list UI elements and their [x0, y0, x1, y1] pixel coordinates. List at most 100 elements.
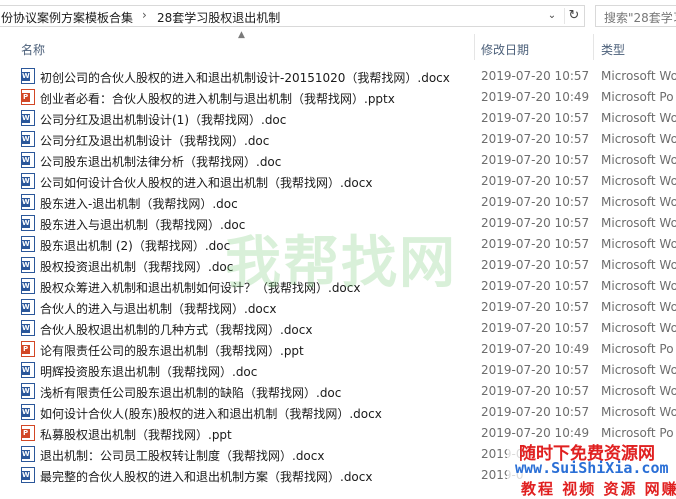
- file-row[interactable]: 公司如何设计合伙人股权的进入和退出机制（我帮找网）.docx 2019-07-20…: [0, 171, 676, 192]
- file-name[interactable]: 退出机制：公司员工股权转让制度（我帮找网）.docx: [40, 447, 324, 464]
- word-file-icon: [21, 110, 35, 126]
- file-row[interactable]: 合伙人的进入与退出机制（我帮找网）.docx 2019-07-20 10:57 Mi…: [0, 297, 676, 318]
- file-name[interactable]: 股东进入与退出机制（我帮找网）.doc: [40, 216, 245, 233]
- column-divider[interactable]: [593, 34, 594, 60]
- file-row[interactable]: 公司分红及退出机制设计(1)（我帮找网）.doc 2019-07-20 10:57…: [0, 108, 676, 129]
- corner-watermark: 随时下免费资源网 www.SuiShiXia.com 教程 视频 资源 网赚: [507, 437, 676, 499]
- file-type: Microsoft Wo: [601, 384, 676, 398]
- file-row[interactable]: 创业者必看：合伙人股权的进入机制与退出机制（我帮找网）.pptx 2019-07-…: [0, 87, 676, 108]
- file-type: Microsoft Wo: [601, 153, 676, 167]
- column-header-row: 名称 修改日期 类型: [0, 34, 676, 60]
- word-file-icon: [21, 320, 35, 336]
- word-file-icon: [21, 299, 35, 315]
- file-name[interactable]: 论有限责任公司的股东退出机制（我帮找网）.ppt: [40, 342, 304, 359]
- column-header-type[interactable]: 类型: [601, 41, 625, 58]
- column-divider[interactable]: [474, 34, 475, 60]
- word-file-icon: [21, 131, 35, 147]
- file-row[interactable]: 股东进入-退出机制（我帮找网）.doc 2019-07-20 10:57 Micro…: [0, 192, 676, 213]
- search-input[interactable]: 搜索"28套学习...: [595, 5, 676, 27]
- file-date: 2019-07-20 10:49: [481, 90, 590, 104]
- file-date: 2019-07-20 10:57: [481, 300, 590, 314]
- watermark-text: 我帮找网: [225, 231, 457, 296]
- breadcrumb-parent[interactable]: 份协议案例方案模板合集: [1, 9, 133, 26]
- file-date: 2019-07-20 10:57: [481, 195, 590, 209]
- address-bar[interactable]: 份协议案例方案模板合集 › 28套学习股权退出机制 ⌄ ↻: [0, 5, 585, 27]
- file-type: Microsoft Wo: [601, 405, 676, 419]
- file-name[interactable]: 股东进入-退出机制（我帮找网）.doc: [40, 195, 238, 212]
- file-type: Microsoft Wo: [601, 258, 676, 272]
- file-date: 2019-07-20 10:57: [481, 69, 590, 83]
- file-type: Microsoft Wo: [601, 195, 676, 209]
- word-file-icon: [21, 215, 35, 231]
- file-name[interactable]: 明辉投资股东退出机制（我帮找网）.doc: [40, 363, 257, 380]
- file-date: 2019-07-20 10:57: [481, 258, 590, 272]
- file-type: Microsoft Wo: [601, 300, 676, 314]
- file-row[interactable]: 明辉投资股东退出机制（我帮找网）.doc 2019-07-20 10:57 Micr…: [0, 360, 676, 381]
- file-date: 2019-07-20 10:57: [481, 279, 590, 293]
- powerpoint-file-icon: [21, 425, 35, 441]
- word-file-icon: [21, 278, 35, 294]
- file-date: 2019-07-20 10:57: [481, 363, 590, 377]
- file-type: Microsoft Wo: [601, 132, 676, 146]
- word-file-icon: [21, 404, 35, 420]
- file-type: Microsoft Wo: [601, 69, 676, 83]
- file-name[interactable]: 公司分红及退出机制设计(1)（我帮找网）.doc: [40, 111, 286, 128]
- file-name[interactable]: 私募股权退出机制（我帮找网）.ppt: [40, 426, 232, 443]
- file-row[interactable]: 浅析有限责任公司股东退出机制的缺陷（我帮找网）.doc 2019-07-20 10…: [0, 381, 676, 402]
- file-type: Microsoft Wo: [601, 216, 676, 230]
- word-file-icon: [21, 236, 35, 252]
- file-type: Microsoft Wo: [601, 174, 676, 188]
- file-type: Microsoft Po: [601, 342, 674, 356]
- file-name[interactable]: 创业者必看：合伙人股权的进入机制与退出机制（我帮找网）.pptx: [40, 90, 395, 107]
- file-name[interactable]: 最完整的合伙人股权的进入和退出机制方案（我帮找网）.docx: [40, 468, 372, 485]
- word-file-icon: [21, 446, 35, 462]
- file-name[interactable]: 浅析有限责任公司股东退出机制的缺陷（我帮找网）.doc: [40, 384, 341, 401]
- powerpoint-file-icon: [21, 341, 35, 357]
- file-name[interactable]: 合伙人股权退出机制的几种方式（我帮找网）.docx: [40, 321, 312, 338]
- file-name[interactable]: 股权投资退出机制（我帮找网）.doc: [40, 258, 233, 275]
- address-history-dropdown-icon[interactable]: ⌄: [544, 8, 560, 24]
- word-file-icon: [21, 383, 35, 399]
- file-name[interactable]: 初创公司的合伙人股权的进入和退出机制设计-20151020（我帮找网）.docx: [40, 69, 450, 86]
- word-file-icon: [21, 68, 35, 84]
- word-file-icon: [21, 467, 35, 483]
- file-date: 2019-07-20 10:57: [481, 384, 590, 398]
- file-date: 2019-07-20 10:57: [481, 132, 590, 146]
- file-row[interactable]: 公司分红及退出机制设计（我帮找网）.doc 2019-07-20 10:57 Mic…: [0, 129, 676, 150]
- file-name[interactable]: 公司股东退出机制法律分析（我帮找网）.doc: [40, 153, 281, 170]
- file-type: Microsoft Wo: [601, 111, 676, 125]
- watermark-line-2: www.SuiShiXia.com: [515, 459, 669, 477]
- file-name[interactable]: 如何设计合伙人(股东)股权的进入和退出机制（我帮找网）.docx: [40, 405, 382, 422]
- breadcrumb-separator-icon[interactable]: ›: [142, 8, 147, 22]
- watermark-line-3: 教程 视频 资源 网赚: [521, 480, 676, 498]
- file-date: 2019-07-20 10:57: [481, 153, 590, 167]
- file-type: Microsoft Wo: [601, 321, 676, 335]
- file-type: Microsoft Wo: [601, 363, 676, 377]
- file-date: 2019-07-20 10:57: [481, 237, 590, 251]
- breadcrumb-current[interactable]: 28套学习股权退出机制: [157, 9, 280, 26]
- file-date: 2019-07-20 10:49: [481, 342, 590, 356]
- file-row[interactable]: 如何设计合伙人(股东)股权的进入和退出机制（我帮找网）.docx 2019-07-…: [0, 402, 676, 423]
- file-row[interactable]: 公司股东退出机制法律分析（我帮找网）.doc 2019-07-20 10:57 Mi…: [0, 150, 676, 171]
- file-name[interactable]: 公司分红及退出机制设计（我帮找网）.doc: [40, 132, 269, 149]
- refresh-icon[interactable]: ↻: [564, 8, 583, 24]
- word-file-icon: [21, 257, 35, 273]
- column-header-name[interactable]: 名称: [21, 41, 45, 58]
- word-file-icon: [21, 362, 35, 378]
- file-name[interactable]: 股东退出机制 (2)（我帮找网）.doc: [40, 237, 230, 254]
- file-name[interactable]: 合伙人的进入与退出机制（我帮找网）.docx: [40, 300, 276, 317]
- word-file-icon: [21, 173, 35, 189]
- column-header-date[interactable]: 修改日期: [481, 41, 529, 58]
- word-file-icon: [21, 194, 35, 210]
- file-type: Microsoft Wo: [601, 279, 676, 293]
- file-row[interactable]: 合伙人股权退出机制的几种方式（我帮找网）.docx 2019-07-20 10:5…: [0, 318, 676, 339]
- file-type: Microsoft Wo: [601, 237, 676, 251]
- file-row[interactable]: 论有限责任公司的股东退出机制（我帮找网）.ppt 2019-07-20 10:49…: [0, 339, 676, 360]
- file-row[interactable]: 初创公司的合伙人股权的进入和退出机制设计-20151020（我帮找网）.docx…: [0, 66, 676, 87]
- file-date: 2019-07-20 10:57: [481, 216, 590, 230]
- powerpoint-file-icon: [21, 89, 35, 105]
- file-name[interactable]: 公司如何设计合伙人股权的进入和退出机制（我帮找网）.docx: [40, 174, 372, 191]
- file-date: 2019-07-20 10:57: [481, 405, 590, 419]
- sort-ascending-icon: ▲: [238, 30, 245, 40]
- file-type: Microsoft Po: [601, 90, 674, 104]
